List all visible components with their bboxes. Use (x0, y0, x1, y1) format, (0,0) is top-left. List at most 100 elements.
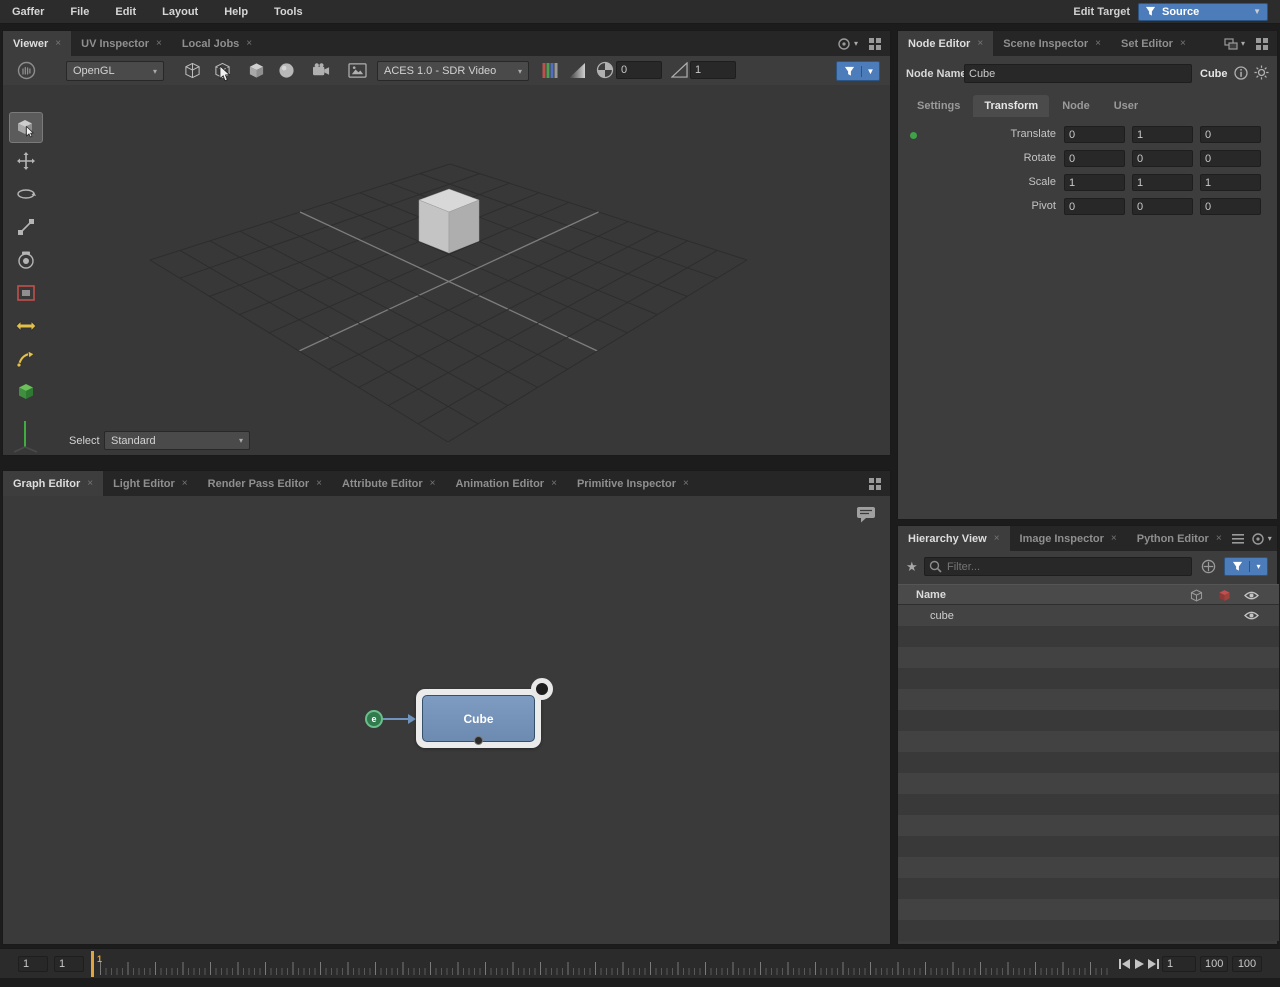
renderer-dropdown[interactable]: OpenGL ▾ (66, 61, 164, 81)
close-icon[interactable]: × (977, 38, 983, 49)
exposure-icon[interactable] (596, 61, 614, 79)
menu-help[interactable]: Help (224, 6, 248, 18)
editor-focus-menu[interactable]: ▾ (837, 37, 858, 51)
subtab-transform[interactable]: Transform (973, 95, 1049, 117)
menu-gaffer[interactable]: Gaffer (12, 6, 44, 18)
translate-x-field[interactable] (1064, 126, 1125, 143)
tab-hierarchy-view[interactable]: Hierarchy View × (898, 526, 1010, 551)
scale-x-field[interactable] (1064, 174, 1125, 191)
frame-ruler[interactable] (100, 953, 1110, 975)
scale-z-field[interactable] (1200, 174, 1261, 191)
close-icon[interactable]: × (246, 38, 252, 49)
pivot-z-field[interactable] (1200, 198, 1261, 215)
end-frame-field[interactable] (1200, 956, 1228, 972)
cube-node-body[interactable]: Cube (422, 695, 535, 742)
tab-render-pass-editor[interactable]: Render Pass Editor × (198, 471, 332, 496)
gradient-ramp-icon[interactable] (568, 62, 586, 79)
gamma-icon[interactable] (671, 62, 688, 78)
edit-target-source-button[interactable]: Source ▼ (1138, 3, 1268, 21)
subtab-settings[interactable]: Settings (906, 95, 971, 117)
pivot-x-field[interactable] (1064, 198, 1125, 215)
close-icon[interactable]: × (316, 478, 322, 489)
close-icon[interactable]: × (87, 478, 93, 489)
subtab-user[interactable]: User (1103, 95, 1149, 117)
viewer-filter-button[interactable]: ▼ (836, 61, 880, 81)
gear-icon[interactable] (1254, 65, 1269, 80)
close-icon[interactable]: × (156, 38, 162, 49)
skip-to-end-button[interactable] (1147, 958, 1160, 970)
filter-input[interactable] (924, 557, 1192, 576)
image-frame-icon[interactable] (348, 62, 367, 79)
tab-animation-editor[interactable]: Animation Editor × (445, 471, 566, 496)
connection-edge[interactable] (383, 718, 410, 720)
tool-rotate-button[interactable] (9, 178, 43, 209)
close-icon[interactable]: × (551, 478, 557, 489)
cube-3d-object[interactable] (419, 189, 479, 253)
close-icon[interactable]: × (1111, 533, 1117, 544)
node-out-plug[interactable] (474, 736, 483, 745)
layout-grid-icon[interactable] (1255, 37, 1269, 51)
menu-tools[interactable]: Tools (274, 6, 303, 18)
tab-viewer[interactable]: Viewer × (3, 31, 71, 56)
exposure-field[interactable] (616, 61, 662, 79)
close-icon[interactable]: × (1095, 38, 1101, 49)
tab-image-inspector[interactable]: Image Inspector × (1010, 526, 1127, 551)
editor-links-menu[interactable]: ▾ (1224, 38, 1245, 50)
tool-camera-button[interactable] (9, 244, 43, 275)
tool-light-look-through-button[interactable] (9, 343, 43, 374)
close-icon[interactable]: × (683, 478, 689, 489)
scale-y-field[interactable] (1132, 174, 1193, 191)
select-mode-dropdown[interactable]: Standard ▾ (104, 431, 250, 450)
viewport-3d[interactable]: Select Standard ▾ (3, 85, 890, 455)
editor-focus-menu[interactable]: ▾ (1251, 532, 1272, 546)
tab-light-editor[interactable]: Light Editor × (103, 471, 198, 496)
tab-python-editor[interactable]: Python Editor × (1127, 526, 1232, 551)
rotate-y-field[interactable] (1132, 150, 1193, 167)
tab-primitive-inspector[interactable]: Primitive Inspector × (567, 471, 699, 496)
range-end-field[interactable] (1232, 956, 1262, 972)
node-name-input[interactable] (964, 64, 1192, 83)
subtab-node[interactable]: Node (1051, 95, 1101, 117)
skip-to-start-button[interactable] (1118, 958, 1131, 970)
frame-entry-field[interactable] (1162, 956, 1196, 972)
camera-hand-icon[interactable] (17, 61, 36, 80)
close-icon[interactable]: × (1216, 533, 1222, 544)
close-icon[interactable]: × (55, 38, 61, 49)
gamma-field[interactable] (690, 61, 736, 79)
tab-list-icon[interactable] (1232, 534, 1244, 544)
tab-attribute-editor[interactable]: Attribute Editor × (332, 471, 446, 496)
camera-icon[interactable] (312, 62, 331, 79)
tab-local-jobs[interactable]: Local Jobs × (172, 31, 262, 56)
bookmark-star-icon[interactable]: ★ (906, 559, 918, 575)
translate-z-field[interactable] (1200, 126, 1261, 143)
pivot-y-field[interactable] (1132, 198, 1193, 215)
info-icon[interactable] (1234, 66, 1248, 80)
exclude-cube-column-icon[interactable] (1218, 589, 1231, 602)
visibility-eye-icon[interactable] (1244, 610, 1259, 621)
close-icon[interactable]: × (994, 533, 1000, 544)
play-button[interactable] (1134, 958, 1145, 970)
tab-scene-inspector[interactable]: Scene Inspector × (993, 31, 1111, 56)
rotate-z-field[interactable] (1200, 150, 1261, 167)
close-icon[interactable]: × (1180, 38, 1186, 49)
expression-input-node[interactable]: e (365, 710, 383, 728)
shading-sphere-icon[interactable] (278, 62, 295, 79)
rotate-x-field[interactable] (1064, 150, 1125, 167)
tool-select-button[interactable] (9, 112, 43, 143)
scene-cube-column-icon[interactable] (1190, 589, 1203, 602)
menu-file[interactable]: File (70, 6, 89, 18)
layout-grid-icon[interactable] (868, 477, 882, 491)
close-icon[interactable]: × (182, 478, 188, 489)
shading-solid-icon[interactable] (248, 62, 265, 79)
shading-wireframe-icon[interactable] (184, 62, 201, 79)
playhead[interactable] (91, 951, 94, 977)
tool-crop-window-button[interactable] (9, 277, 43, 308)
tool-translate-button[interactable] (9, 145, 43, 176)
visibility-eye-column-icon[interactable] (1244, 590, 1259, 601)
hierarchy-filter-button[interactable]: ▾ (1224, 557, 1268, 576)
tool-scale-button[interactable] (9, 211, 43, 242)
tab-node-editor[interactable]: Node Editor × (898, 31, 993, 56)
node-output-port[interactable] (531, 678, 553, 700)
hierarchy-row-cube[interactable]: cube (898, 605, 1279, 626)
colorspace-dropdown[interactable]: ACES 1.0 - SDR Video ▾ (377, 61, 529, 81)
